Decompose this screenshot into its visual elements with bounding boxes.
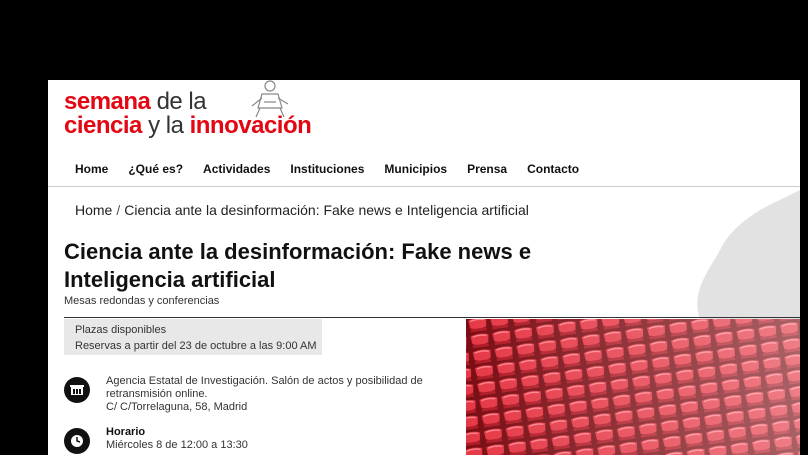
schedule-value: Miércoles 8 de 12:00 a 13:30 — [106, 439, 248, 451]
booking-info: Reservas a partir del 23 de octubre a la… — [75, 340, 317, 352]
logo-word-yla: y la — [148, 112, 184, 139]
breadcrumb-home[interactable]: Home — [75, 202, 112, 218]
location-name: Agencia Estatal de Investigación. Salón … — [106, 375, 423, 400]
schedule-label: Horario — [106, 426, 146, 438]
clock-icon — [64, 428, 90, 454]
logo-word-semana: semana — [64, 88, 151, 115]
nav-instituciones[interactable]: Instituciones — [290, 162, 364, 176]
building-icon — [64, 377, 90, 403]
main-nav: Home ¿Qué es? Actividades Instituciones … — [75, 162, 579, 176]
event-category: Mesas redondas y conferencias — [64, 295, 220, 307]
logo-word-ciencia: ciencia — [64, 112, 142, 139]
nav-municipios[interactable]: Municipios — [384, 162, 447, 176]
nav-prensa[interactable]: Prensa — [467, 162, 507, 176]
location-info: Agencia Estatal de Investigación. Salón … — [64, 375, 464, 415]
schedule-info: Horario Miércoles 8 de 12:00 a 13:30 — [64, 426, 464, 455]
nav-divider — [48, 186, 800, 187]
breadcrumb: Home / Ciencia ante la desinformación: Fak… — [75, 202, 529, 218]
nav-actividades[interactable]: Actividades — [203, 162, 270, 176]
page-title: Ciencia ante la desinformación: Fake new… — [64, 239, 532, 292]
nav-home[interactable]: Home — [75, 162, 108, 176]
location-address: C/ C/Torrelaguna, 58, Madrid — [106, 401, 248, 413]
nav-contacto[interactable]: Contacto — [527, 162, 579, 176]
page: semana de la ciencia y la innovación Hom… — [48, 80, 800, 455]
breadcrumb-separator: / — [116, 202, 121, 218]
nav-que-es[interactable]: ¿Qué es? — [128, 162, 183, 176]
title-divider — [64, 317, 800, 318]
availability-status: Plazas disponibles — [75, 324, 167, 336]
logo-mascot-icon — [251, 80, 289, 118]
breadcrumb-current: Ciencia ante la desinformación: Fake new… — [124, 202, 529, 218]
event-image — [466, 319, 800, 455]
stadium-seats-image — [466, 319, 800, 455]
logo-word-dela: de la — [156, 88, 207, 115]
availability-box: Plazas disponibles Reservas a partir del… — [64, 319, 322, 355]
decorative-shape — [697, 190, 800, 320]
